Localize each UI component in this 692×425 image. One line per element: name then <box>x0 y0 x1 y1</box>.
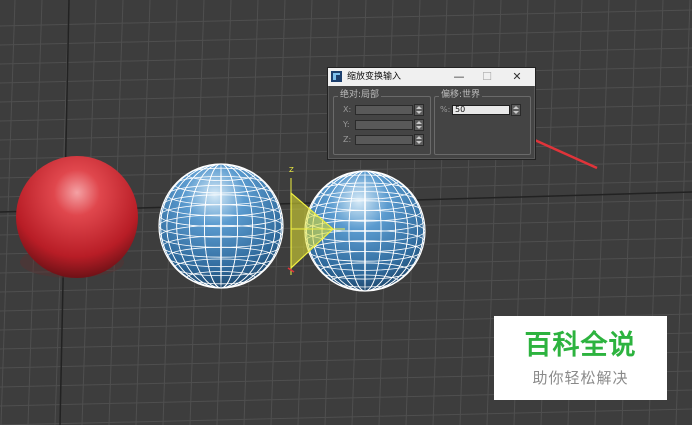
z-field[interactable] <box>355 135 413 145</box>
y-spinner[interactable] <box>414 119 424 131</box>
minimize-button[interactable]: — <box>446 68 472 86</box>
x-spinner[interactable] <box>414 104 424 116</box>
spinner-down-icon <box>416 141 422 144</box>
absolute-local-label: 绝对:局部 <box>338 89 382 101</box>
spinner-up-icon <box>513 106 519 109</box>
red-sphere[interactable] <box>16 156 138 278</box>
blue-wire-sphere-left[interactable] <box>158 163 284 289</box>
close-button[interactable]: ✕ <box>504 68 530 86</box>
percent-spinner[interactable] <box>511 104 521 116</box>
watermark-title: 百科全说 <box>524 330 637 361</box>
z-spinner[interactable] <box>414 134 424 146</box>
absolute-local-group: 绝对:局部 X: Y: Z: <box>333 89 431 155</box>
x-label: X: <box>343 105 352 114</box>
percent-label: %: <box>440 105 451 114</box>
spinner-down-icon <box>513 111 519 114</box>
spinner-down-icon <box>416 111 422 114</box>
offset-world-label: 偏移:世界 <box>439 89 483 101</box>
maximize-button[interactable]: ☐ <box>474 68 500 86</box>
y-field[interactable] <box>355 120 413 130</box>
spinner-up-icon <box>416 106 422 109</box>
spinner-up-icon <box>416 136 422 139</box>
offset-world-group: 偏移:世界 %: 50 <box>434 89 531 155</box>
z-label: Z: <box>343 135 352 144</box>
dialog-title: 缩放变换输入 <box>347 72 402 82</box>
dialog-titlebar[interactable]: 缩放变换输入 — ☐ ✕ <box>328 68 535 86</box>
baike-watermark: 百科全说 助你轻松解决 <box>494 316 667 400</box>
percent-field[interactable]: 50 <box>452 105 510 115</box>
gizmo-axis-label: Z <box>289 166 294 174</box>
3d-viewport[interactable]: Z 缩放变换输入 — ☐ ✕ 绝对:局部 X: Y: Z: 偏移:世界 %: 5… <box>0 0 692 425</box>
y-label: Y: <box>343 120 350 129</box>
percent-value: 50 <box>455 105 466 114</box>
scale-transform-dialog[interactable]: 缩放变换输入 — ☐ ✕ 绝对:局部 X: Y: Z: 偏移:世界 %: 50 <box>327 67 536 160</box>
spinner-down-icon <box>416 126 422 129</box>
x-field[interactable] <box>355 105 413 115</box>
watermark-subtitle: 助你轻松解决 <box>532 369 629 387</box>
spinner-up-icon <box>416 121 422 124</box>
app-3dsmax-icon <box>331 71 342 82</box>
